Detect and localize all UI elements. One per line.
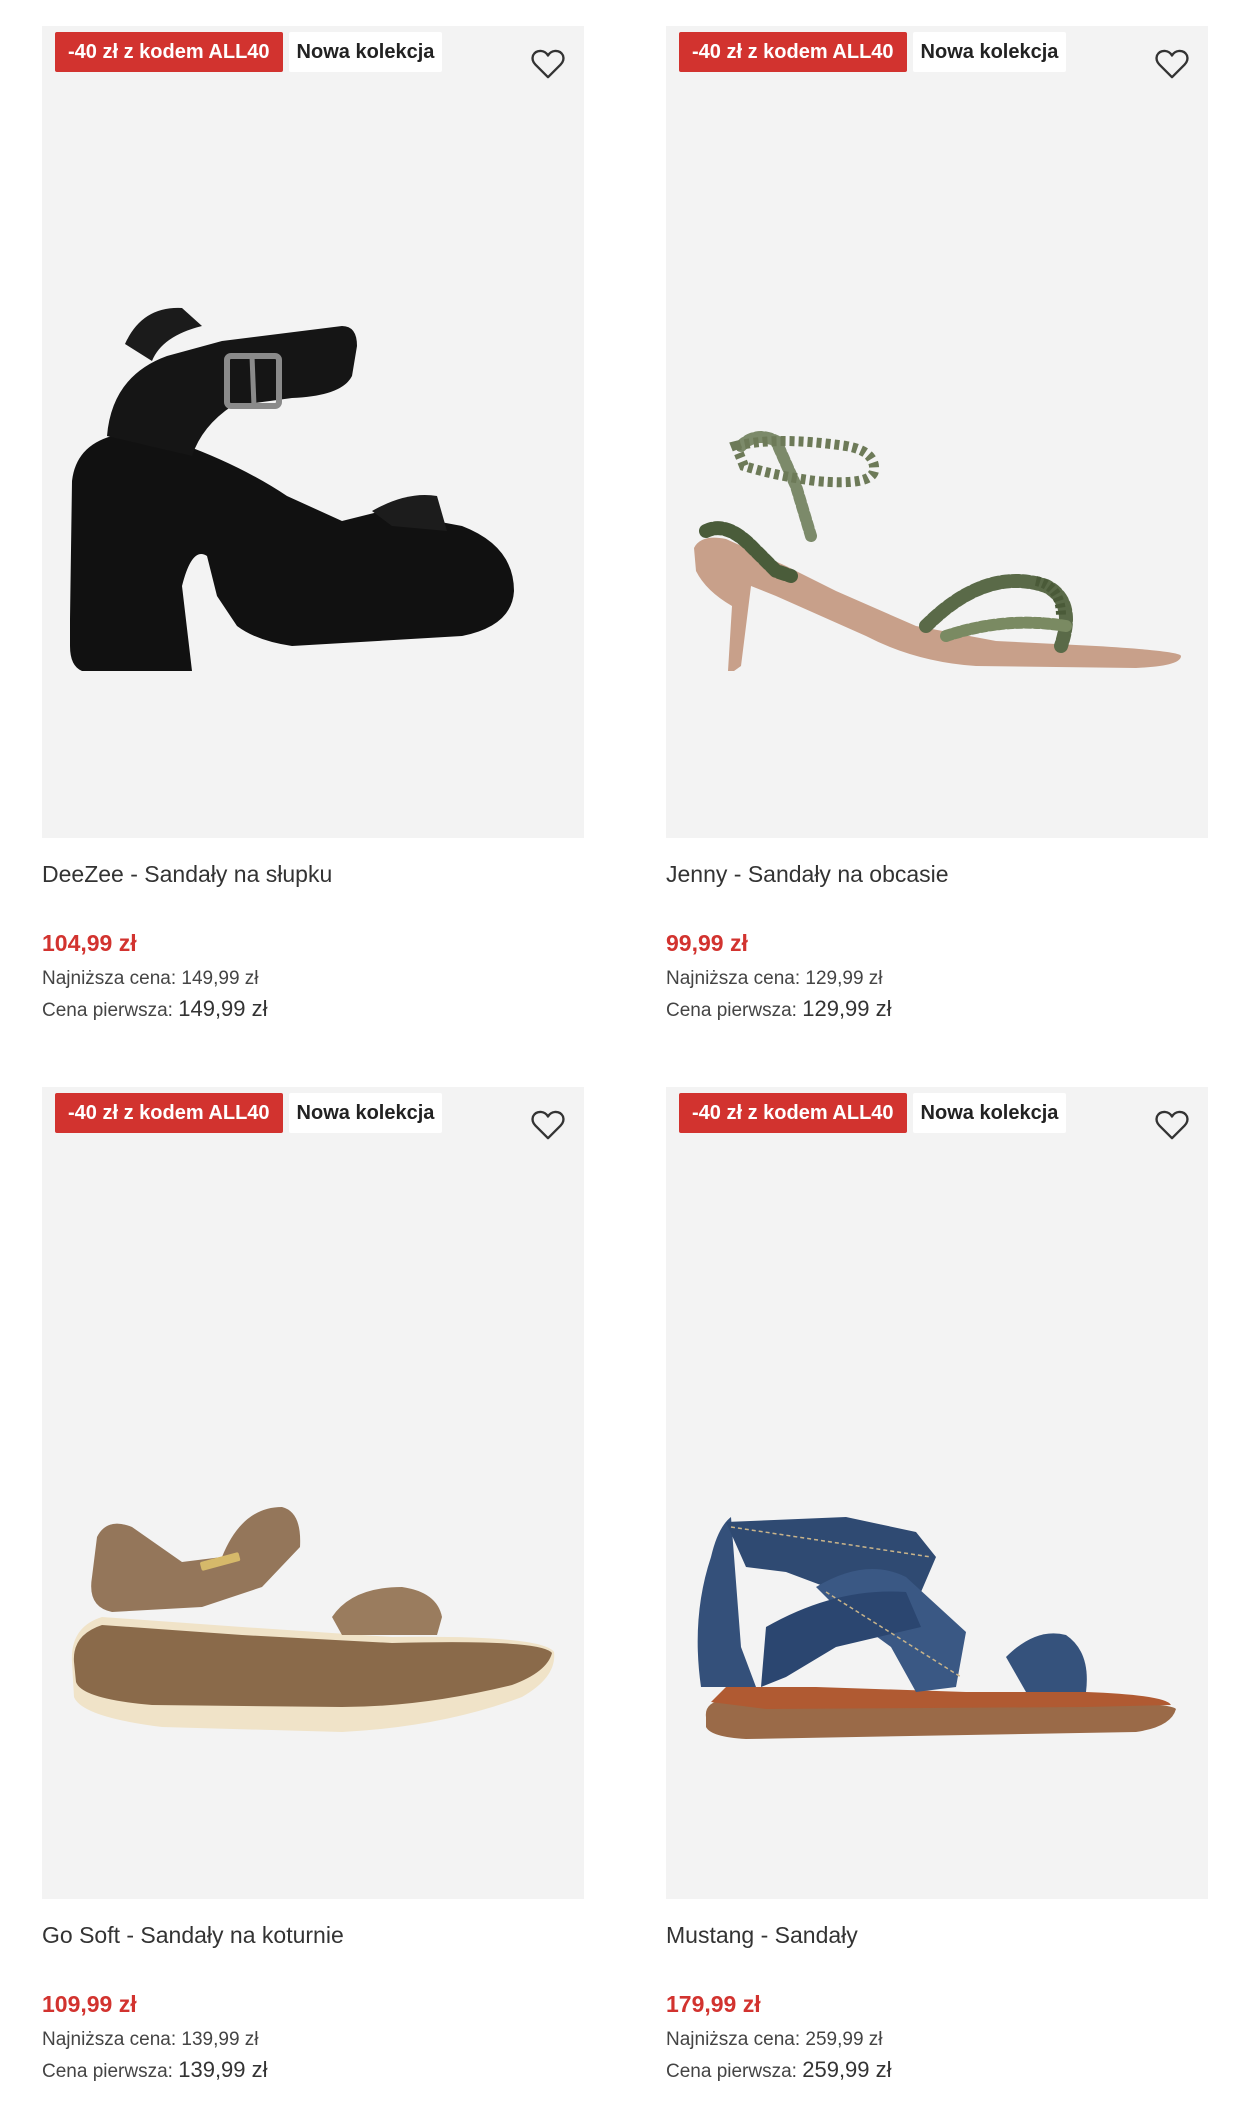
badge-group: -40 zł z kodem ALL40 Nowa kolekcja	[679, 1093, 1067, 1133]
lowest-price-row: Najniższa cena: 149,99 zł	[42, 964, 584, 994]
lowest-price-label: Najniższa cena:	[42, 968, 177, 989]
heart-outline-icon	[531, 1110, 565, 1140]
first-price-value: 139,99 zł	[178, 2057, 268, 2082]
heart-outline-icon	[1155, 1110, 1189, 1140]
product-price: 109,99 zł	[42, 1991, 137, 2017]
badge-group: -40 zł z kodem ALL40 Nowa kolekcja	[55, 32, 443, 72]
lowest-price-value: 129,99 zł	[805, 968, 883, 989]
denim-flat-sandal-image	[697, 1517, 1176, 1739]
lowest-price-row: Najniższa cena: 259,99 zł	[666, 2025, 1208, 2055]
lowest-price-label: Najniższa cena:	[666, 968, 801, 989]
product-price: 99,99 zł	[666, 930, 748, 956]
product-grid: -40 zł z kodem ALL40 Nowa kolekcja DeeZe…	[0, 0, 1250, 2123]
lowest-price-row: Najniższa cena: 129,99 zł	[666, 964, 1208, 994]
first-price-value: 129,99 zł	[802, 996, 892, 1021]
favorite-button[interactable]	[528, 1104, 568, 1144]
first-price-label: Cena pierwsza:	[666, 2061, 797, 2082]
product-price: 179,99 zł	[666, 1991, 761, 2017]
heart-outline-icon	[531, 49, 565, 79]
product-card[interactable]: -40 zł z kodem ALL40 Nowa kolekcja Go So…	[42, 1087, 584, 2087]
new-collection-badge: Nowa kolekcja	[912, 1093, 1067, 1133]
product-card[interactable]: -40 zł z kodem ALL40 Nowa kolekcja Musta…	[666, 1087, 1208, 2087]
heart-outline-icon	[1155, 49, 1189, 79]
brown-wedge-sandal-image	[71, 1507, 555, 1732]
favorite-button[interactable]	[1152, 1104, 1192, 1144]
badge-group: -40 zł z kodem ALL40 Nowa kolekcja	[679, 32, 1067, 72]
badge-group: -40 zł z kodem ALL40 Nowa kolekcja	[55, 1093, 443, 1133]
lowest-price-label: Najniższa cena:	[666, 2029, 801, 2050]
product-title[interactable]: Jenny - Sandały na obcasie	[666, 856, 1208, 892]
promo-badge: -40 zł z kodem ALL40	[679, 32, 907, 72]
first-price-row: Cena pierwsza: 129,99 zł	[666, 994, 1208, 1026]
promo-badge: -40 zł z kodem ALL40	[679, 1093, 907, 1133]
product-image[interactable]: -40 zł z kodem ALL40 Nowa kolekcja	[666, 1087, 1208, 1899]
black-platform-sandal-image	[70, 307, 514, 671]
new-collection-badge: Nowa kolekcja	[288, 32, 443, 72]
lowest-price-label: Najniższa cena:	[42, 2029, 177, 2050]
product-image[interactable]: -40 zł z kodem ALL40 Nowa kolekcja	[42, 1087, 584, 1899]
product-card[interactable]: -40 zł z kodem ALL40 Nowa kolekcja DeeZe…	[42, 26, 584, 1026]
snakeskin-kitten-heel-sandal-image	[694, 431, 1181, 671]
first-price-label: Cena pierwsza:	[666, 1000, 797, 1021]
product-title[interactable]: Mustang - Sandały	[666, 1917, 1208, 1953]
first-price-label: Cena pierwsza:	[42, 1000, 173, 1021]
new-collection-badge: Nowa kolekcja	[912, 32, 1067, 72]
product-image[interactable]: -40 zł z kodem ALL40 Nowa kolekcja	[666, 26, 1208, 838]
first-price-row: Cena pierwsza: 149,99 zł	[42, 994, 584, 1026]
new-collection-badge: Nowa kolekcja	[288, 1093, 443, 1133]
promo-badge: -40 zł z kodem ALL40	[55, 32, 283, 72]
lowest-price-row: Najniższa cena: 139,99 zł	[42, 2025, 584, 2055]
first-price-row: Cena pierwsza: 259,99 zł	[666, 2055, 1208, 2087]
first-price-row: Cena pierwsza: 139,99 zł	[42, 2055, 584, 2087]
promo-badge: -40 zł z kodem ALL40	[55, 1093, 283, 1133]
product-price: 104,99 zł	[42, 930, 137, 956]
lowest-price-value: 259,99 zł	[805, 2029, 883, 2050]
favorite-button[interactable]	[1152, 43, 1192, 83]
product-card[interactable]: -40 zł z kodem ALL40 Nowa kolekcja Jenny…	[666, 26, 1208, 1026]
product-title[interactable]: DeeZee - Sandały na słupku	[42, 856, 584, 892]
first-price-value: 149,99 zł	[178, 996, 268, 1021]
lowest-price-value: 149,99 zł	[181, 968, 259, 989]
product-image[interactable]: -40 zł z kodem ALL40 Nowa kolekcja	[42, 26, 584, 838]
first-price-label: Cena pierwsza:	[42, 2061, 173, 2082]
favorite-button[interactable]	[528, 43, 568, 83]
product-title[interactable]: Go Soft - Sandały na koturnie	[42, 1917, 584, 1953]
lowest-price-value: 139,99 zł	[181, 2029, 259, 2050]
first-price-value: 259,99 zł	[802, 2057, 892, 2082]
